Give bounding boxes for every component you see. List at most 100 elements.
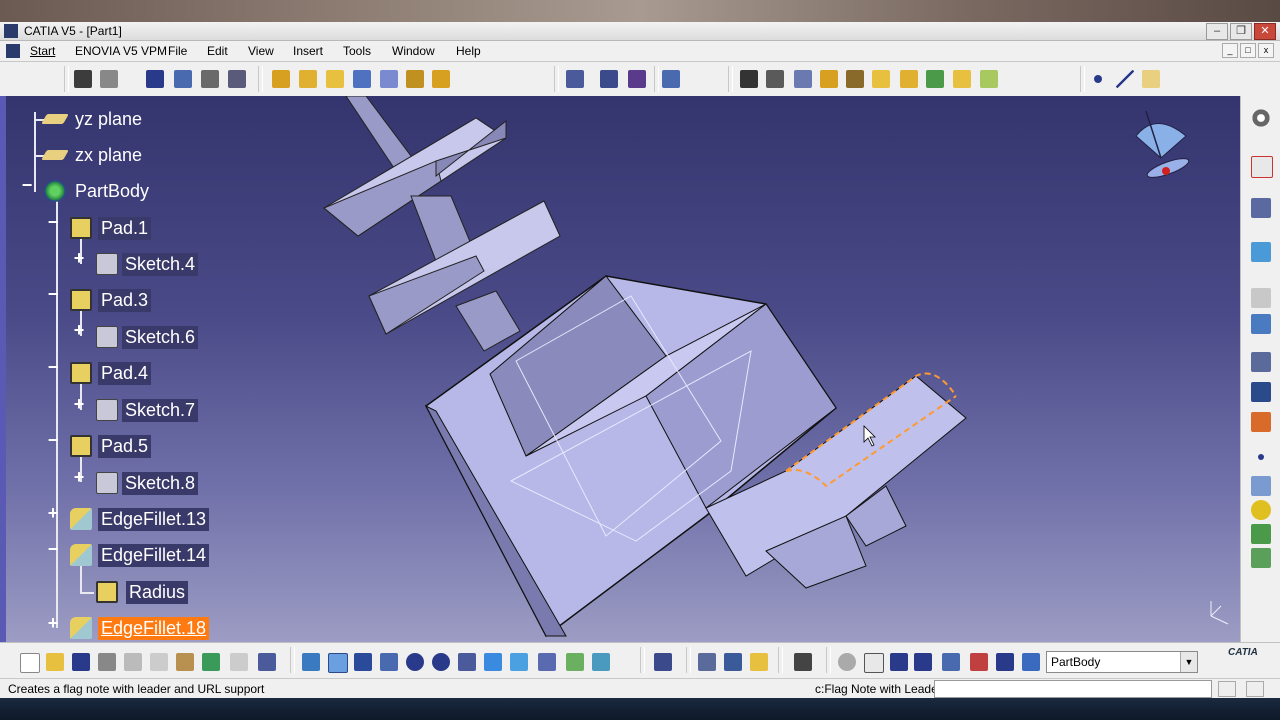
expand-icon[interactable]: + — [46, 503, 60, 524]
compass-reset-icon[interactable] — [970, 653, 988, 671]
tree-nodes-icon[interactable] — [174, 70, 192, 88]
tree-node-sketch-8[interactable]: Sketch.8 — [96, 469, 199, 497]
layer-icon[interactable] — [996, 653, 1014, 671]
grid-icon[interactable] — [628, 70, 646, 88]
thick-surface-icon[interactable] — [820, 70, 838, 88]
point-icon[interactable] — [1258, 454, 1264, 460]
expand-icon[interactable]: + — [46, 613, 60, 634]
menu-start[interactable]: Start — [30, 44, 55, 58]
hand-pan-icon[interactable] — [864, 653, 884, 673]
positioned-sketch-icon[interactable] — [766, 70, 784, 88]
rotate-icon[interactable] — [380, 653, 398, 671]
menu-window[interactable]: Window — [392, 44, 435, 58]
point-icon[interactable] — [1094, 75, 1102, 83]
groove-icon[interactable] — [353, 70, 371, 88]
tree-node-pad-4[interactable]: Pad.4 — [70, 359, 152, 387]
draft-icon[interactable] — [926, 70, 944, 88]
new-document-icon[interactable] — [20, 653, 40, 673]
power-input-button[interactable] — [1246, 681, 1264, 697]
zoom-in-icon[interactable] — [406, 653, 424, 671]
rib-icon[interactable] — [432, 70, 450, 88]
tree-node-pad-3[interactable]: Pad.3 — [70, 286, 152, 314]
chevron-down-icon[interactable]: ▼ — [1180, 652, 1197, 672]
swap-space-icon[interactable] — [592, 653, 610, 671]
edge-fillet-icon[interactable] — [980, 70, 998, 88]
close-surface-icon[interactable] — [846, 70, 864, 88]
tree-node-sketch-7[interactable]: Sketch.7 — [96, 396, 199, 424]
save-icon[interactable] — [72, 653, 90, 671]
axis-system-icon[interactable] — [890, 653, 908, 671]
collapse-icon[interactable]: − — [46, 539, 60, 560]
menu-file[interactable]: File — [168, 44, 187, 58]
line-icon[interactable] — [1116, 70, 1134, 88]
measure-icon[interactable] — [566, 70, 584, 88]
thickness-icon[interactable] — [900, 70, 918, 88]
tree-node-sketch-6[interactable]: Sketch.6 — [96, 323, 199, 351]
parameters-icon[interactable] — [228, 70, 246, 88]
flag-note-icon[interactable] — [1251, 382, 1271, 402]
whats-this-icon[interactable] — [258, 653, 276, 671]
scale-icon[interactable] — [914, 653, 932, 671]
doc-minimize-button[interactable]: _ — [1222, 43, 1238, 58]
shading-icon[interactable] — [538, 653, 556, 671]
collapse-icon[interactable]: − — [20, 175, 34, 196]
section-icon[interactable] — [942, 653, 960, 671]
restore-button[interactable]: ❐ — [1230, 23, 1252, 40]
work-object-icon[interactable] — [1022, 653, 1040, 671]
menu-edit[interactable]: Edit — [207, 44, 228, 58]
zoom-out-icon[interactable] — [432, 653, 450, 671]
shaft-icon[interactable] — [326, 70, 344, 88]
tree-node-pad-5[interactable]: Pad.5 — [70, 432, 152, 460]
stop-command-button[interactable] — [1218, 681, 1236, 697]
inertia-icon[interactable] — [600, 70, 618, 88]
tree-node-yz-plane[interactable]: yz plane — [41, 105, 145, 133]
collapse-icon[interactable]: − — [46, 212, 60, 233]
surface-icon[interactable] — [1251, 242, 1271, 262]
body-selector-dropdown[interactable]: PartBody ▼ — [1046, 651, 1198, 673]
target-icon[interactable] — [406, 70, 424, 88]
catalog-icon[interactable] — [654, 653, 672, 671]
split-icon[interactable] — [794, 70, 812, 88]
plane-tool-icon[interactable] — [1142, 70, 1160, 88]
comment-icon[interactable] — [100, 70, 118, 88]
tree-node-zx-plane[interactable]: zx plane — [41, 141, 145, 169]
multi-view-icon[interactable] — [484, 653, 502, 671]
shell-icon[interactable] — [953, 70, 971, 88]
command-input[interactable] — [934, 680, 1212, 698]
analysis-icon[interactable] — [1251, 548, 1271, 568]
update-icon[interactable] — [1251, 524, 1271, 544]
expand-icon[interactable]: + — [72, 467, 86, 488]
menu-tools[interactable]: Tools — [343, 44, 371, 58]
tree-node-radius[interactable]: Radius — [96, 578, 189, 606]
pad-icon[interactable] — [272, 70, 290, 88]
formula-icon[interactable] — [74, 70, 92, 88]
tree-node-partbody[interactable]: PartBody — [44, 177, 152, 205]
datum-icon[interactable] — [1251, 476, 1271, 496]
collapse-icon[interactable]: − — [46, 357, 60, 378]
view-icon[interactable] — [1251, 314, 1271, 334]
tree-node-sketch-4[interactable]: Sketch.4 — [96, 250, 199, 278]
text-abc-icon[interactable] — [1251, 352, 1271, 372]
measure-item-icon[interactable] — [724, 653, 742, 671]
table-icon[interactable] — [146, 70, 164, 88]
hole-icon[interactable] — [380, 70, 398, 88]
sew-surface-icon[interactable] — [872, 70, 890, 88]
apply-material-icon[interactable] — [750, 653, 768, 671]
cut-icon[interactable] — [124, 653, 142, 671]
fly-mode-icon[interactable] — [302, 653, 320, 671]
redo-icon[interactable] — [230, 653, 248, 671]
spin-icon[interactable] — [838, 653, 856, 671]
print-icon[interactable] — [98, 653, 116, 671]
collapse-icon[interactable]: − — [46, 284, 60, 305]
constraint-icon[interactable] — [1251, 500, 1271, 520]
doc-restore-button[interactable]: □ — [1240, 43, 1256, 58]
snap-icon[interactable] — [662, 70, 680, 88]
tree-node-edgefillet-13[interactable]: EdgeFillet.13 — [70, 505, 210, 533]
tree-node-edgefillet-18[interactable]: EdgeFillet.18 — [70, 614, 210, 642]
pan-icon[interactable] — [354, 653, 372, 671]
expand-icon[interactable]: + — [72, 394, 86, 415]
iso-view-icon[interactable] — [510, 653, 528, 671]
copy-icon[interactable] — [150, 653, 168, 671]
measure-between-icon[interactable] — [698, 653, 716, 671]
tree-node-edgefillet-14[interactable]: EdgeFillet.14 — [70, 541, 210, 569]
